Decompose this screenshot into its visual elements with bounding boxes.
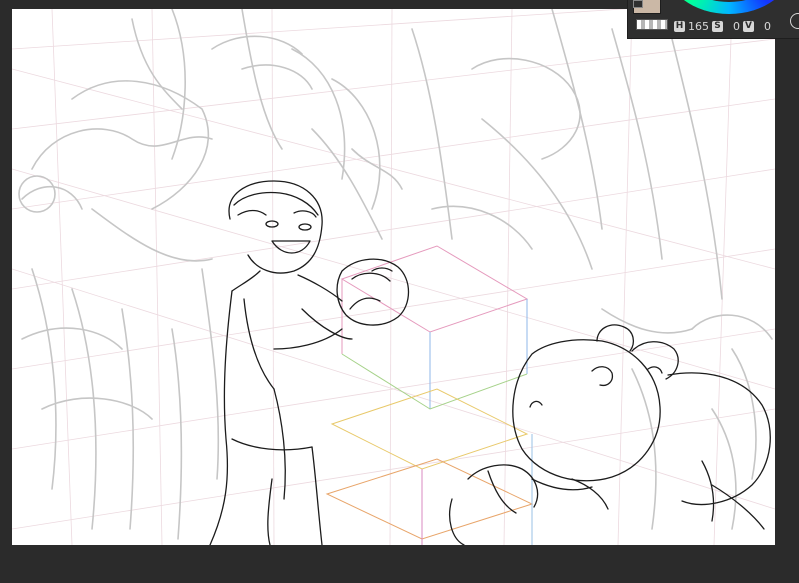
value-value[interactable]: 0: [757, 20, 771, 33]
canvas-area[interactable]: [0, 0, 799, 583]
hue-key: H: [674, 20, 685, 32]
sub-color-swatch[interactable]: [633, 0, 643, 8]
rough-sketch-layer: [18, 9, 773, 540]
perspective-grid: [12, 9, 775, 545]
line-art-boy: [209, 180, 410, 545]
drawing-canvas[interactable]: [12, 9, 775, 545]
sketch-artwork: [12, 9, 775, 545]
value-key: V: [743, 20, 754, 32]
hue-value[interactable]: 165: [688, 20, 709, 33]
saturation-value[interactable]: 0: [726, 20, 740, 33]
navigator-icon[interactable]: [790, 13, 799, 29]
saturation-key: S: [712, 20, 723, 32]
hsv-readout: H 165 S 0 V 0: [674, 19, 771, 33]
transparent-color-icon[interactable]: [636, 19, 668, 30]
construction-boxes: [325, 245, 534, 545]
